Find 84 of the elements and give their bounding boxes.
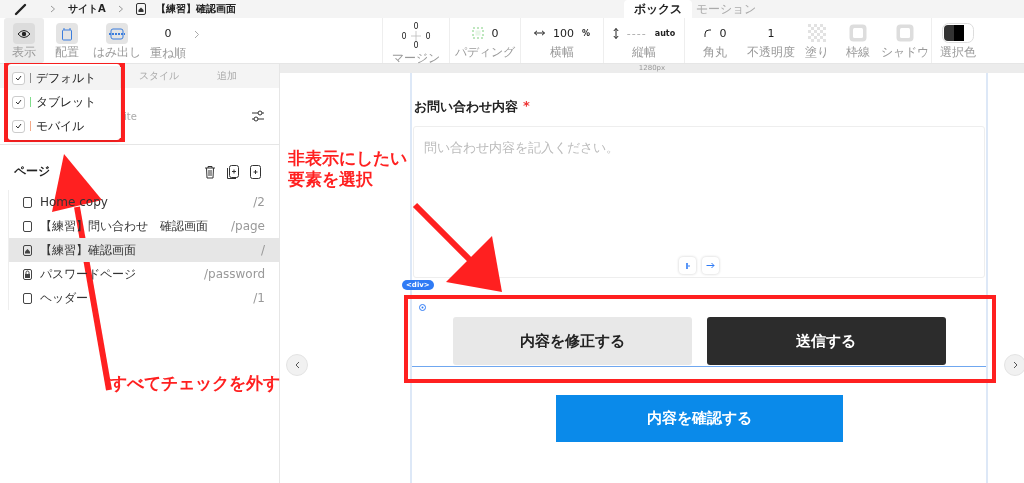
duplicate-page-icon[interactable]: [227, 164, 239, 179]
device-label: タブレット: [36, 93, 96, 111]
page-icon: [23, 196, 32, 208]
property-label: マージン: [392, 50, 440, 67]
textarea-field[interactable]: 問い合わせ内容を記入ください。: [413, 126, 985, 278]
partial-text: ite: [124, 110, 137, 122]
margin-control[interactable]: 0 0 0 0: [398, 22, 434, 50]
property-label: 塗り: [805, 44, 829, 61]
tool-label: 配置: [55, 44, 79, 61]
device-label: デフォルト: [36, 69, 96, 87]
tool-label: 表示: [12, 44, 36, 61]
device-option[interactable]: タブレット: [8, 90, 120, 114]
lock-page-icon: [23, 268, 32, 280]
field-label: お問い合わせ内容: [414, 98, 518, 116]
breadcrumb-item[interactable]: 【練習】確認画面: [155, 2, 236, 16]
property-label: 枠線: [846, 44, 870, 61]
checkmark-icon: [15, 99, 22, 105]
frame-icon: [56, 23, 78, 44]
pen-icon[interactable]: [14, 2, 28, 16]
toolbar-tool[interactable]: 0 重ね順: [147, 18, 189, 63]
device-option[interactable]: デフォルト: [8, 66, 120, 90]
device-option[interactable]: モバイル: [8, 114, 120, 138]
padding-icon: [471, 27, 484, 39]
color-toggle-icon[interactable]: [942, 23, 974, 43]
panel-tab[interactable]: ボックス: [624, 0, 692, 18]
home-page-icon: [135, 3, 146, 15]
value-text: 0: [164, 26, 172, 42]
confirm-button[interactable]: 内容を確認する: [555, 395, 843, 442]
property-label: 不透明度: [747, 44, 795, 61]
unit-text[interactable]: auto: [654, 28, 676, 38]
property-label: 横幅: [550, 44, 574, 61]
form-button[interactable]: 送信する: [706, 317, 946, 365]
chevron-left-icon: [294, 361, 300, 369]
home-page-icon: [23, 244, 32, 256]
breadcrumb-item[interactable]: サイトA: [68, 2, 106, 16]
required-mark: *: [523, 98, 530, 115]
page-item[interactable]: ヘッダー /1: [9, 286, 279, 310]
cross-icon: [411, 31, 421, 41]
chevron-icon: [50, 5, 56, 13]
property-label: 選択色: [940, 44, 976, 61]
eye-icon: [13, 23, 35, 44]
corner-icon: [703, 29, 712, 37]
trash-icon[interactable]: [204, 164, 216, 179]
chevron-icon: [117, 5, 124, 13]
page-item[interactable]: 【練習】確認画面 /: [9, 238, 279, 262]
annotation-text: すべてチェックを外す: [110, 372, 280, 395]
value-text[interactable]: 0: [491, 26, 499, 40]
value-text[interactable]: 1: [767, 26, 775, 40]
unit-text[interactable]: %: [582, 28, 590, 38]
vertical-arrow-icon: [612, 27, 619, 39]
device-label: モバイル: [36, 117, 84, 135]
text-cursor-icon: [684, 261, 691, 270]
checkbox[interactable]: [12, 71, 25, 85]
border-swatch-icon[interactable]: [849, 24, 867, 42]
checkbox[interactable]: [12, 95, 25, 109]
page-icon: [23, 220, 32, 232]
property-label: 縦幅: [632, 44, 656, 61]
property-label: 角丸: [703, 44, 727, 61]
text-cursor-button[interactable]: [679, 257, 696, 274]
page-item[interactable]: 【練習】問い合わせ 確認画面 /page: [9, 214, 279, 238]
overflow-icon: [106, 23, 128, 44]
sliders-icon[interactable]: [251, 110, 265, 122]
horizontal-arrow-icon: [534, 30, 545, 36]
value-text[interactable]: 100: [553, 26, 574, 40]
shadow-swatch-icon[interactable]: [896, 24, 914, 42]
value-text[interactable]: 0: [719, 26, 727, 40]
transparent-swatch-icon[interactable]: [808, 24, 826, 42]
section-title: ページ: [14, 163, 50, 180]
arrow-button[interactable]: [702, 257, 719, 274]
checkmark-icon: [15, 75, 22, 81]
annotation-text: 非表示にしたい要素を選択: [288, 148, 407, 191]
property-label: パディング: [455, 44, 515, 61]
page-item[interactable]: パスワードページ /password: [9, 262, 279, 286]
chevron-right-icon: [1012, 361, 1018, 369]
right-arrow-icon: [706, 262, 715, 269]
checkbox[interactable]: [12, 119, 25, 133]
tool-label: 重ね順: [150, 45, 186, 62]
tool-label: はみ出し: [93, 44, 141, 61]
target-icon[interactable]: [419, 304, 426, 311]
add-page-icon[interactable]: [250, 164, 261, 179]
checkmark-icon: [15, 123, 22, 129]
form-button[interactable]: 内容を修正する: [452, 317, 692, 365]
property-label: シャドウ: [881, 44, 929, 61]
page-icon: [23, 292, 32, 304]
